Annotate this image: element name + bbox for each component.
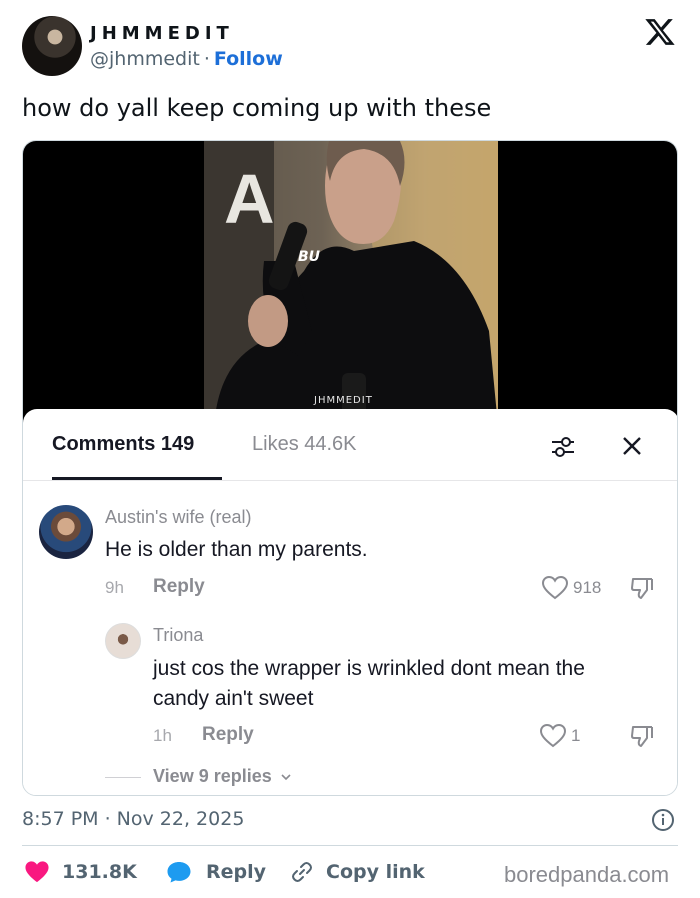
follow-button[interactable]: Follow (214, 48, 283, 70)
heart-icon[interactable] (539, 723, 567, 749)
copy-link-label: Copy link (326, 861, 425, 883)
tweet-text: how do yall keep coming up with these (22, 94, 492, 122)
video-frame: A BU JHMMEDIT (204, 141, 498, 426)
heart-icon[interactable] (541, 575, 569, 601)
view-replies-label: View 9 replies (153, 766, 272, 786)
comments-sheet: Comments 149 Likes 44.6K Austin's wife (… (23, 409, 677, 795)
sliders-icon[interactable] (549, 433, 577, 461)
like-count: 131.8K (62, 861, 137, 883)
tab-comments[interactable]: Comments 149 (52, 433, 194, 456)
copy-link-action[interactable]: Copy link (290, 858, 425, 886)
replier-name[interactable]: Triona (153, 625, 203, 646)
thumbs-down-icon[interactable] (629, 723, 655, 749)
commenter-name[interactable]: Austin's wife (real) (105, 507, 251, 528)
footer-divider (22, 845, 678, 846)
comment-reply-button[interactable]: Reply (153, 576, 205, 598)
video-watermark: JHMMEDIT (314, 395, 373, 406)
thumbs-down-icon[interactable] (629, 575, 655, 601)
comment-text: He is older than my parents. (105, 538, 368, 561)
reply-label: Reply (206, 861, 267, 883)
link-icon (292, 862, 312, 882)
video-player[interactable]: A BU JHMMEDIT (23, 141, 677, 426)
tweet-timestamp[interactable]: 8:57 PM · Nov 22, 2025 (22, 808, 244, 830)
author-avatar[interactable] (22, 16, 82, 76)
handle-row: @jhmmedit · Follow (90, 48, 283, 70)
comment-like-count: 918 (573, 578, 602, 597)
tab-likes[interactable]: Likes 44.6K (252, 433, 357, 456)
heart-icon (25, 861, 49, 883)
sign-letter: A (224, 160, 275, 238)
author-name[interactable]: JHMMEDIT (90, 23, 234, 44)
reply-reply-button[interactable]: Reply (202, 724, 254, 746)
replier-avatar[interactable] (105, 623, 141, 659)
reply-text-line2: candy ain't sweet (153, 687, 314, 710)
chevron-down-icon (281, 774, 291, 781)
reply-time: 1h (153, 726, 172, 745)
like-action[interactable]: 131.8K (24, 858, 137, 886)
tweet-media[interactable]: A BU JHMMEDIT Comments 149 Likes 44.6K A… (22, 140, 678, 796)
view-replies-button[interactable]: View 9 replies (153, 766, 292, 787)
commenter-avatar[interactable] (39, 505, 93, 559)
comment-time: 9h (105, 578, 124, 597)
shirt-text: BU (298, 249, 321, 265)
reply-text-line1: just cos the wrapper is wrinkled dont me… (153, 657, 585, 680)
reply-like-count: 1 (571, 726, 581, 745)
x-logo-icon[interactable] (644, 16, 676, 48)
info-icon[interactable] (651, 808, 675, 832)
brand-watermark: boredpanda.com (504, 862, 670, 887)
handle-separator: · (203, 48, 210, 70)
tab-divider (23, 480, 677, 481)
speech-bubble-icon (167, 862, 191, 883)
view-replies-line (105, 777, 141, 778)
reply-action[interactable]: Reply (166, 858, 266, 886)
author-handle[interactable]: @jhmmedit (90, 48, 200, 70)
close-icon[interactable] (619, 433, 645, 459)
